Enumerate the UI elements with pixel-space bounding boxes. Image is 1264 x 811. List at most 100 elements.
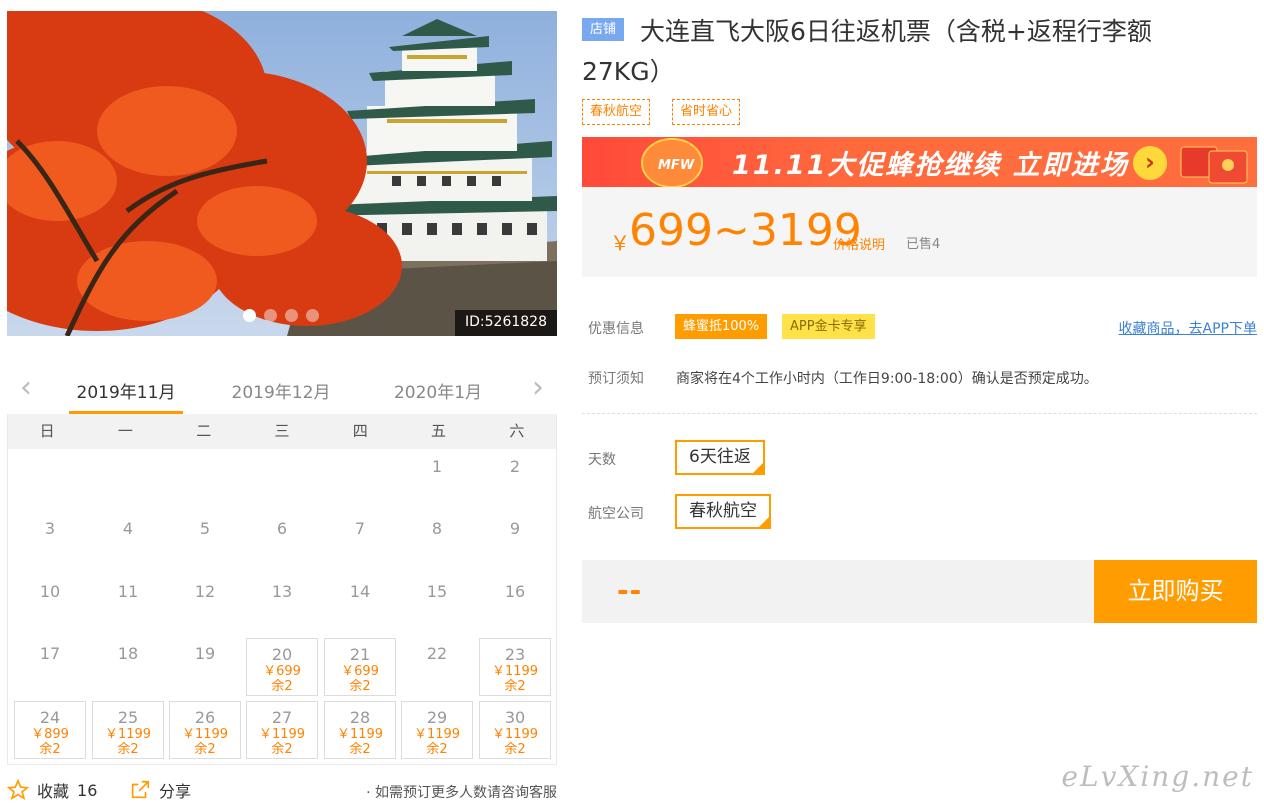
price-box: ￥ 699~3199 价格说明 已售4 <box>582 187 1257 277</box>
calendar-day: 17 <box>14 638 86 696</box>
day-number: 11 <box>117 582 139 601</box>
day-number: 17 <box>39 644 61 663</box>
day-stock: 余2 <box>194 742 216 757</box>
day-number: 22 <box>426 644 448 663</box>
month-tab[interactable]: 2019年12月 <box>224 378 338 414</box>
star-icon <box>7 779 29 801</box>
favorite-button[interactable]: 收藏 16 <box>7 778 97 802</box>
carousel-dot[interactable] <box>285 309 298 322</box>
day-number: 14 <box>349 582 371 601</box>
promo-text: 11.11大促蜂抢继续 立即进场 <box>732 150 1129 181</box>
day-number: 29 <box>426 708 448 727</box>
product-image[interactable]: ID:5261828 <box>7 11 557 336</box>
day-price: ￥1199 <box>336 727 384 742</box>
calendar-day-available[interactable]: 28 ￥1199 余2 <box>324 701 396 759</box>
day-number: 10 <box>39 582 61 601</box>
airline-value: 春秋航空 <box>689 501 757 521</box>
buy-now-button[interactable]: 立即购买 <box>1094 560 1257 623</box>
discount-tag-honey: 蜂蜜抵100% <box>675 314 768 339</box>
product-title: 大连直飞大阪6日往返机票（含税+返程行李额27KG） <box>582 17 1152 86</box>
day-stock: 余2 <box>117 742 139 757</box>
share-label: 分享 <box>159 782 192 801</box>
day-number: 8 <box>431 519 443 538</box>
calendar-day-available[interactable]: 20 ￥699 余2 <box>246 638 318 696</box>
day-stock: 余2 <box>426 742 448 757</box>
booking-label: 预订须知 <box>588 371 644 387</box>
price-explain-link[interactable]: 价格说明 <box>833 234 885 253</box>
calendar-day: 19 <box>169 638 241 696</box>
watermark: eLvXing.net <box>1061 760 1254 793</box>
calendar-day-available[interactable]: 25 ￥1199 余2 <box>92 701 164 759</box>
days-value: 6天往返 <box>689 447 751 467</box>
product-id-label: ID:5261828 <box>455 310 557 336</box>
booking-notice: 商家将在4个工作小时内（工作日9:00-18:00）确认是否预定成功。 <box>676 371 1098 387</box>
favorite-label: 收藏 <box>37 782 70 801</box>
day-number: 15 <box>426 582 448 601</box>
calendar-day-available[interactable]: 26 ￥1199 余2 <box>169 701 241 759</box>
carousel-dot[interactable] <box>306 309 319 322</box>
day-number: 16 <box>504 582 526 601</box>
calendar-day: 11 <box>92 576 164 634</box>
calendar-day: 1 <box>401 451 473 509</box>
day-number: 2 <box>509 457 521 476</box>
calendar-day-available[interactable]: 21 ￥699 余2 <box>324 638 396 696</box>
red-envelope-icon <box>1180 146 1248 184</box>
calendar-day-available[interactable]: 29 ￥1199 余2 <box>401 701 473 759</box>
day-price: ￥699 <box>341 664 379 679</box>
day-price: ￥899 <box>31 727 69 742</box>
day-number: 25 <box>117 708 139 727</box>
day-price: ￥1199 <box>491 727 539 742</box>
day-price: ￥1199 <box>491 664 539 679</box>
day-number: 20 <box>271 645 293 664</box>
day-price: ￥699 <box>263 664 301 679</box>
calendar-day: 9 <box>479 513 551 571</box>
product-tag: 省时省心 <box>672 99 741 125</box>
product-tag: 春秋航空 <box>582 99 651 125</box>
calendar-day: 12 <box>169 576 241 634</box>
month-tab-active[interactable]: 2019年11月 <box>69 378 183 414</box>
day-number: 18 <box>117 644 139 663</box>
calendar-day: 10 <box>14 576 86 634</box>
sold-count: 已售4 <box>906 237 941 252</box>
shop-badge[interactable]: 店铺 <box>582 18 625 41</box>
calendar-day-available[interactable]: 24 ￥899 余2 <box>14 701 86 759</box>
weekday-label: 日 <box>39 422 55 440</box>
day-number: 21 <box>349 645 371 664</box>
day-number: 9 <box>509 519 521 538</box>
calendar-day-available[interactable]: 30 ￥1199 余2 <box>479 701 551 759</box>
carousel-dot[interactable] <box>264 309 277 322</box>
airline-option[interactable]: 春秋航空 ✓ <box>675 494 771 529</box>
favorite-count: 16 <box>77 780 98 800</box>
day-stock: 余2 <box>349 742 371 757</box>
discount-label: 优惠信息 <box>588 321 644 337</box>
next-month-icon[interactable]: › <box>529 373 547 404</box>
discount-tag-app: APP金卡专享 <box>782 314 875 339</box>
calendar-day-available[interactable]: 23 ￥1199 余2 <box>479 638 551 696</box>
calendar-day: 15 <box>401 576 473 634</box>
share-button[interactable]: 分享 <box>129 778 191 802</box>
promo-logo: MFW <box>658 158 695 173</box>
day-number: 19 <box>194 644 216 663</box>
day-number: 28 <box>349 708 371 727</box>
day-price: ￥1199 <box>413 727 461 742</box>
prev-month-icon[interactable]: ‹ <box>17 373 35 404</box>
day-number: 30 <box>504 708 526 727</box>
weekday-label: 二 <box>196 422 212 440</box>
carousel-dot[interactable] <box>243 309 256 322</box>
weekday-label: 一 <box>117 422 133 440</box>
calendar-day: 22 <box>401 638 473 696</box>
day-stock: 余2 <box>39 742 61 757</box>
calendar-day-available[interactable]: 27 ￥1199 余2 <box>246 701 318 759</box>
favorite-app-link[interactable]: 收藏商品，去APP下单 <box>1119 318 1257 338</box>
weekday-header: 日 一 二 三 四 五 六 <box>8 414 556 449</box>
carousel-dots[interactable] <box>243 309 319 322</box>
airline-label: 航空公司 <box>588 506 644 522</box>
promo-arrow-icon[interactable]: › <box>1133 146 1167 180</box>
day-number: 6 <box>276 519 288 538</box>
price-range: 699~3199 <box>629 205 862 256</box>
calendar-day: 6 <box>246 513 318 571</box>
day-number: 23 <box>504 645 526 664</box>
month-tab[interactable]: 2020年1月 <box>381 378 495 414</box>
promo-banner[interactable]: MFW 11.11大促蜂抢继续 立即进场 › <box>582 137 1257 187</box>
days-option[interactable]: 6天往返 ✓ <box>675 440 765 475</box>
